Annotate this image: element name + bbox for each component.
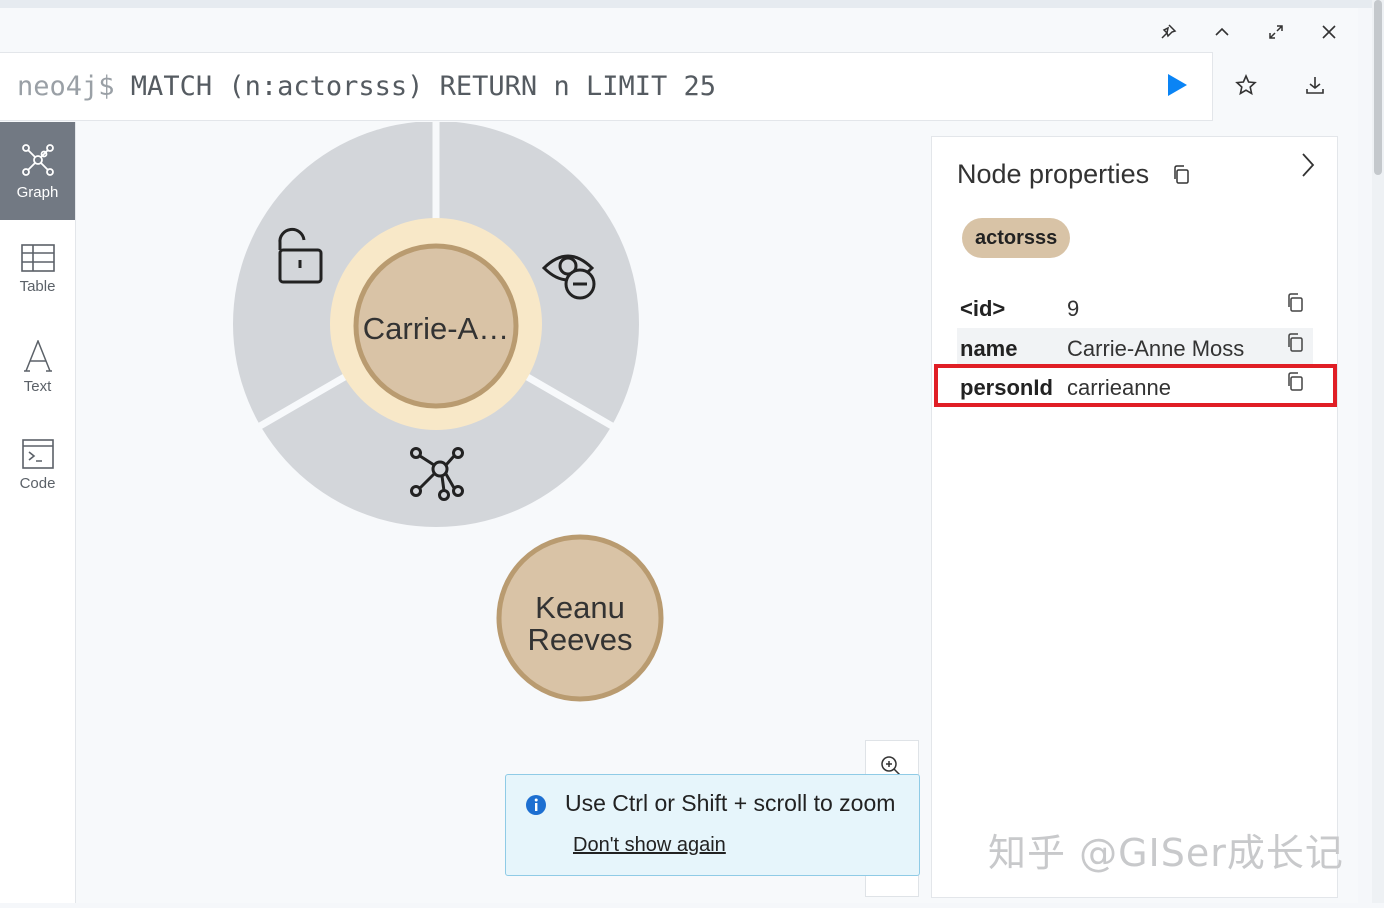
nav-table-label: Table — [19, 277, 56, 295]
graph-icon — [21, 143, 54, 176]
nav-table[interactable]: Table — [0, 220, 75, 318]
toast-message: Use Ctrl or Shift + scroll to zoom — [565, 790, 896, 816]
panel-title: Node properties — [957, 159, 1150, 189]
expand-icon[interactable] — [1264, 20, 1288, 44]
highlight-box — [934, 364, 1337, 407]
nav-code[interactable]: Code — [0, 416, 75, 514]
text-icon — [23, 339, 52, 372]
play-icon — [1168, 74, 1187, 96]
table-icon — [20, 243, 55, 272]
download-icon — [1306, 77, 1324, 94]
node-carrie-anne-label: Carrie-A… — [363, 311, 509, 346]
node-keanu-reeves-label-line2: Reeves — [527, 622, 632, 657]
property-key: name — [960, 336, 1018, 361]
top-strip — [0, 0, 1384, 8]
download-button[interactable] — [1298, 68, 1332, 102]
view-switcher: Graph Table Text Code — [0, 122, 76, 903]
property-row: <id> 9 — [957, 288, 1313, 326]
star-icon — [1235, 74, 1257, 96]
info-icon — [526, 795, 546, 815]
chevron-up-icon[interactable] — [1210, 20, 1234, 44]
chevron-right-icon[interactable] — [1298, 151, 1318, 179]
property-value: 9 — [1067, 296, 1080, 321]
node-properties-panel: Node properties actorsss <id> 9 name Car… — [931, 136, 1338, 898]
nav-text[interactable]: Text — [0, 318, 75, 416]
pin-icon[interactable] — [1156, 20, 1180, 44]
nav-graph[interactable]: Graph — [0, 122, 75, 220]
dont-show-again-link[interactable]: Don't show again — [573, 834, 726, 857]
watermark: 知乎 @GISer成长记 — [988, 831, 1344, 875]
nav-graph-label: Graph — [16, 183, 59, 201]
copy-icon[interactable] — [1286, 333, 1304, 353]
node-keanu-reeves-label-line1: Keanu — [535, 590, 625, 625]
nav-text-label: Text — [23, 377, 52, 395]
zoom-hint-toast: Use Ctrl or Shift + scroll to zoom Don't… — [505, 774, 920, 876]
node-label-chip[interactable]: actorsss — [962, 218, 1071, 258]
property-key: <id> — [960, 296, 1006, 321]
property-value: Carrie-Anne Moss — [1067, 336, 1245, 361]
nav-code-label: Code — [19, 474, 56, 492]
property-row: name Carrie-Anne Moss — [957, 328, 1313, 366]
close-icon[interactable] — [1317, 20, 1341, 44]
query-editor[interactable]: neo4j$ MATCH (n:actorsss) RETURN n LIMIT… — [0, 52, 1213, 121]
code-icon — [21, 438, 54, 469]
query-text[interactable]: MATCH (n:actorsss) RETURN n LIMIT 25 — [115, 71, 716, 102]
scrollbar-thumb[interactable] — [1374, 0, 1382, 175]
copy-icon[interactable] — [1286, 293, 1304, 313]
copy-icon[interactable] — [1172, 165, 1190, 185]
run-button[interactable] — [1160, 68, 1194, 102]
favorite-button[interactable] — [1229, 68, 1263, 102]
editor-prompt: neo4j$ — [17, 71, 115, 102]
